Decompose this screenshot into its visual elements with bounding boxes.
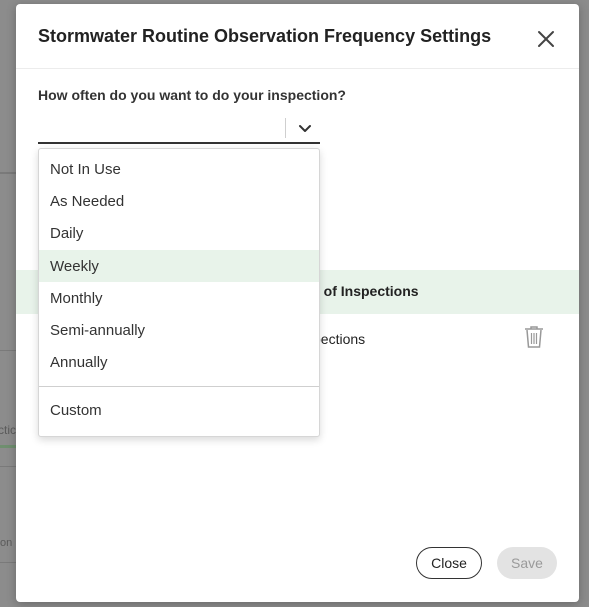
frequency-dropdown-menu: Not In Use As Needed Daily Weekly Monthl… <box>38 148 320 437</box>
close-icon[interactable] <box>537 30 555 48</box>
background-divider <box>0 350 16 351</box>
option-not-in-use[interactable]: Not In Use <box>39 153 319 185</box>
background-text: on <box>0 537 13 549</box>
background-divider <box>0 466 16 467</box>
trash-icon[interactable] <box>524 325 544 349</box>
close-button[interactable]: Close <box>416 547 482 579</box>
frequency-select[interactable] <box>38 114 320 144</box>
option-daily[interactable]: Daily <box>39 217 319 249</box>
modal-header: Stormwater Routine Observation Frequency… <box>16 4 579 69</box>
select-divider <box>285 118 286 138</box>
background-divider <box>0 562 16 563</box>
option-semi-annually[interactable]: Semi-annually <box>39 314 319 346</box>
option-custom[interactable]: Custom <box>39 394 319 426</box>
frequency-question-label: How often do you want to do your inspect… <box>38 87 346 103</box>
background-text: ctic <box>0 423 16 437</box>
chevron-down-icon[interactable] <box>298 122 312 136</box>
save-button[interactable]: Save <box>497 547 557 579</box>
option-as-needed[interactable]: As Needed <box>39 185 319 217</box>
option-monthly[interactable]: Monthly <box>39 282 319 314</box>
background-tab-indicator <box>0 445 16 448</box>
option-weekly[interactable]: Weekly <box>39 250 319 282</box>
background-divider <box>0 172 16 174</box>
dropdown-separator <box>39 386 319 387</box>
modal-title: Stormwater Routine Observation Frequency… <box>38 26 492 46</box>
option-annually[interactable]: Annually <box>39 346 319 378</box>
